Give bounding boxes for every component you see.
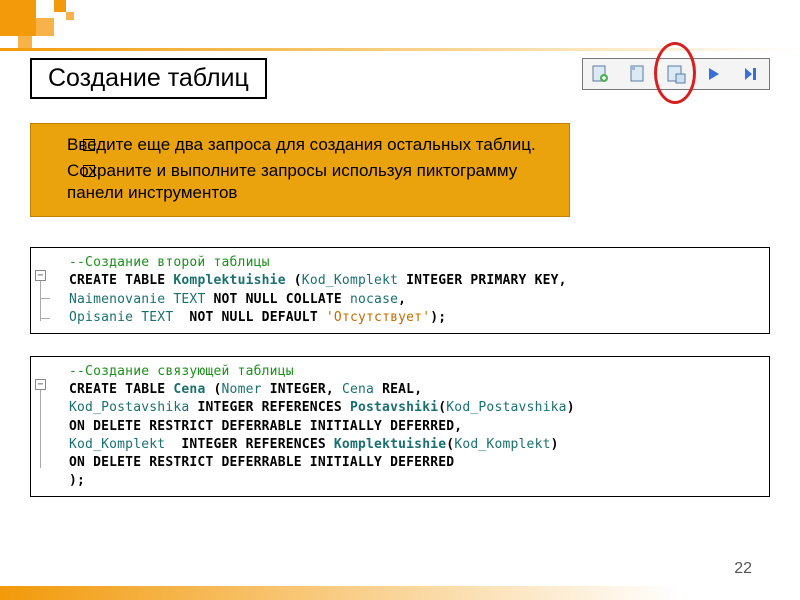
- fold-icon[interactable]: −: [35, 379, 46, 390]
- sql-code-block-2: − --Создание связующей таблицы CREATE TA…: [30, 356, 770, 497]
- open-icon[interactable]: [627, 63, 649, 85]
- instruction-box: Введите еще два запроса для создания ост…: [30, 123, 570, 217]
- play-all-icon[interactable]: [741, 63, 763, 85]
- decorative-footer-bar: [0, 586, 800, 600]
- play-icon[interactable]: [703, 63, 725, 85]
- fold-icon[interactable]: −: [35, 270, 46, 281]
- instruction-item: Введите еще два запроса для создания ост…: [67, 134, 555, 156]
- instruction-item: Сохраните и выполните запросы используя …: [67, 160, 555, 204]
- sql-code-block-1: − --Создание второй таблицы CREATE TABLE…: [30, 247, 770, 334]
- page-number: 22: [734, 560, 752, 578]
- decorative-corner: [0, 0, 125, 55]
- new-query-icon[interactable]: [589, 63, 611, 85]
- page-title: Создание таблиц: [30, 58, 267, 99]
- save-run-icon[interactable]: [665, 63, 687, 85]
- toolbar: [582, 58, 770, 90]
- toolbar-wrap: [582, 58, 770, 90]
